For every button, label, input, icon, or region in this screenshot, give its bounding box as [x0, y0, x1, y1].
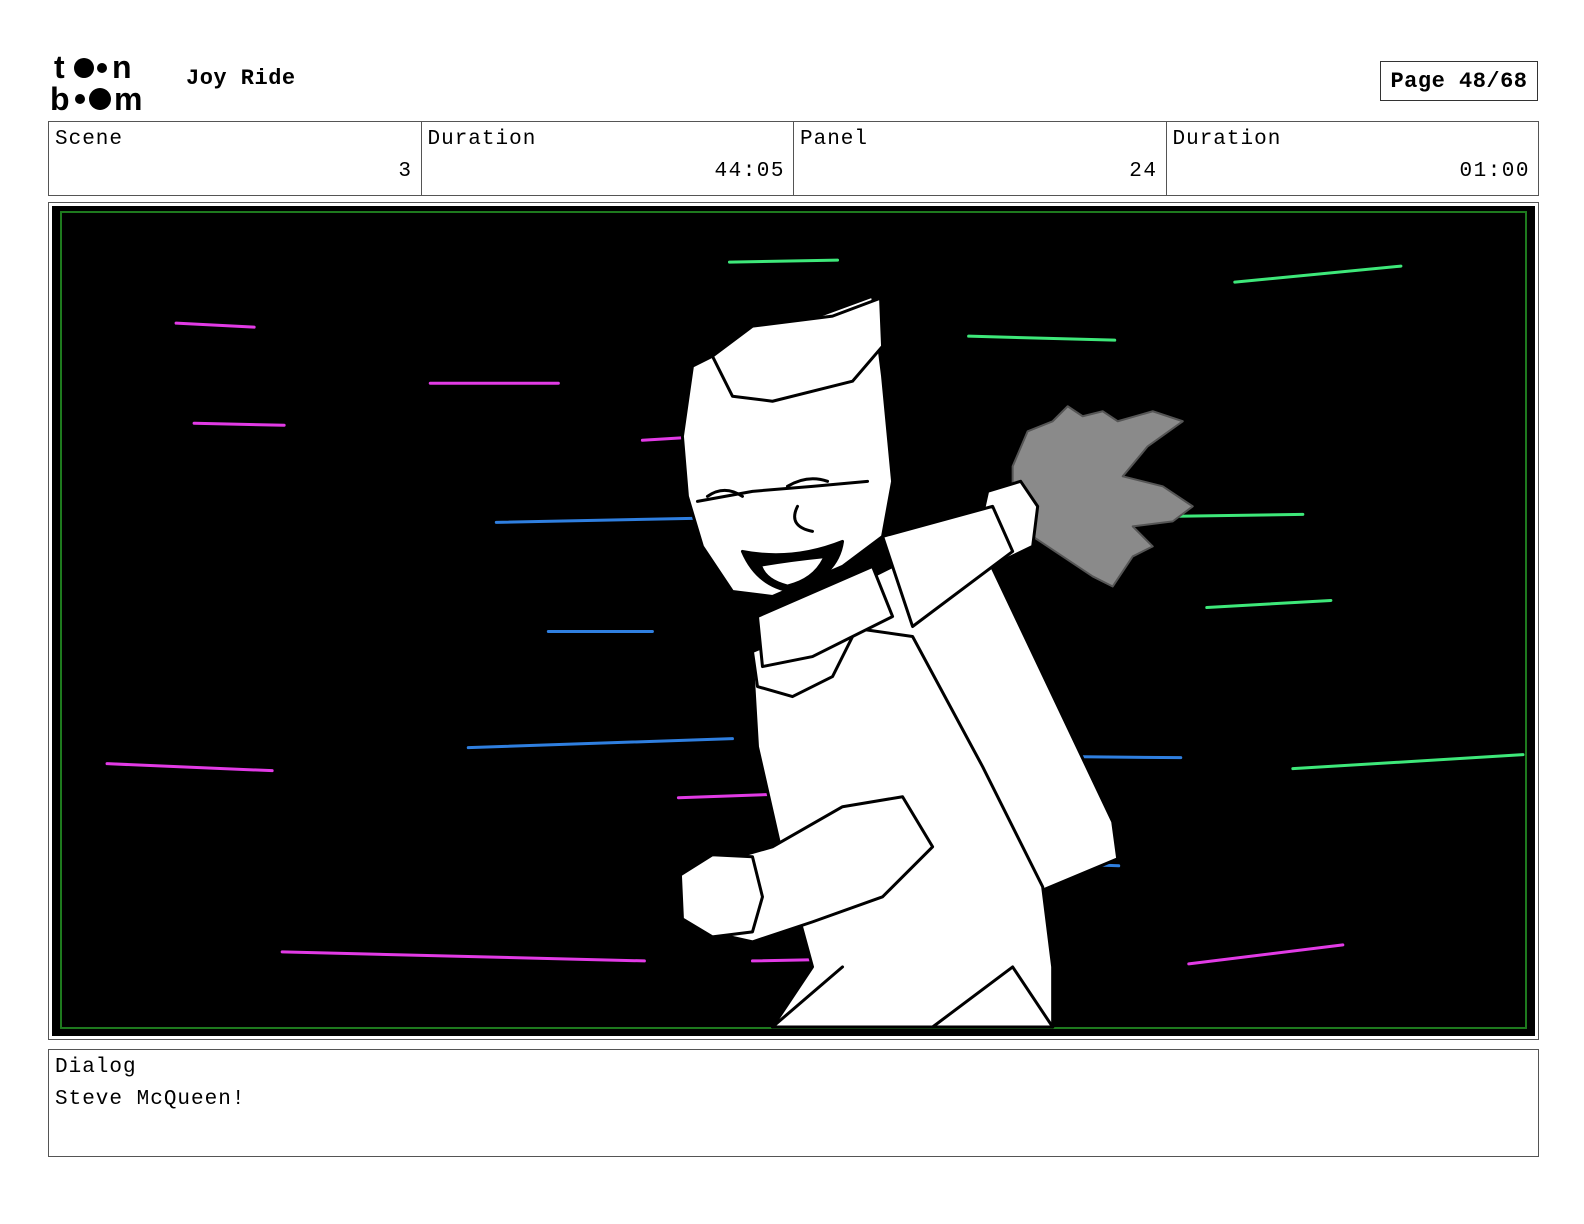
panel-value: 24: [1129, 160, 1158, 183]
streak: [727, 258, 840, 264]
dialog-text: Steve McQueen!: [55, 1088, 246, 1111]
scene-cell: Scene 3: [49, 122, 422, 195]
streak: [1069, 755, 1183, 760]
panel-label: Panel: [800, 128, 869, 151]
svg-text:n: n: [112, 50, 132, 85]
scene-duration-label: Duration: [427, 128, 537, 151]
character-fist: [678, 853, 764, 939]
svg-text:t: t: [54, 50, 65, 85]
dialog-label: Dialog: [55, 1056, 137, 1079]
scene-duration-cell: Duration 44:05: [422, 122, 794, 195]
panel-duration-value: 01:00: [1459, 160, 1530, 183]
storyboard-panel: [48, 202, 1539, 1040]
scene-duration-value: 44:05: [714, 160, 785, 183]
scene-label: Scene: [55, 128, 124, 151]
streak: [192, 421, 286, 427]
project-title: Joy Ride: [186, 66, 296, 91]
scene-value: 3: [398, 160, 413, 183]
toon-boom-logo: t n b m: [50, 50, 142, 114]
svg-text:m: m: [114, 81, 142, 114]
panel-cell: Panel 24: [794, 122, 1167, 195]
panel-drawing: [52, 206, 1535, 1036]
panel-duration-cell: Duration 01:00: [1167, 122, 1539, 195]
dialog-box: Dialog Steve McQueen!: [48, 1049, 1539, 1157]
svg-text:b: b: [50, 81, 70, 114]
page-number: Page 48/68: [1380, 61, 1538, 101]
scene-info-table: Scene 3 Duration 44:05 Panel 24 Duration…: [48, 121, 1539, 196]
panel-duration-label: Duration: [1172, 128, 1282, 151]
